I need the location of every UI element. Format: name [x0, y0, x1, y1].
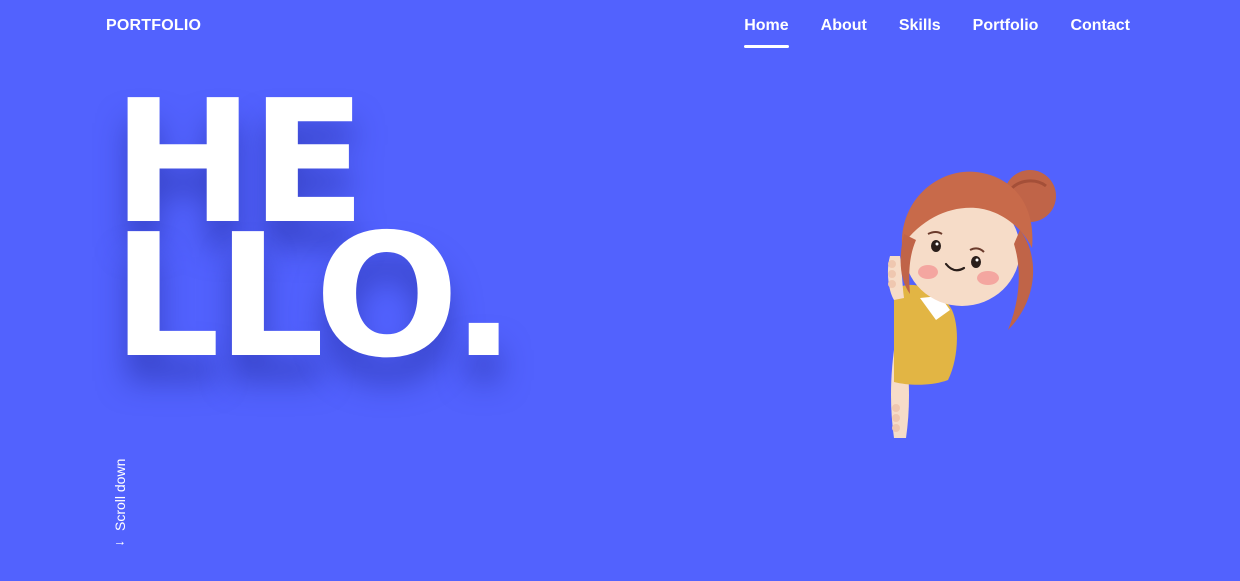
page: PORTFOLIO Home About Skills Portfolio Co… — [0, 0, 1240, 581]
scroll-down-link[interactable]: → Scroll down — [110, 438, 130, 549]
brand-logo[interactable]: PORTFOLIO — [106, 16, 201, 36]
hero-line-2: LLO. — [112, 198, 516, 396]
nav-contact[interactable]: Contact — [1070, 16, 1130, 48]
girl-peeking-icon — [887, 170, 1056, 438]
arrow-down-icon: → — [113, 533, 127, 549]
nav-about[interactable]: About — [821, 16, 867, 48]
nav-home[interactable]: Home — [744, 16, 790, 48]
nav-portfolio[interactable]: Portfolio — [973, 16, 1039, 48]
scroll-down-label: Scroll down — [112, 458, 128, 531]
nav-skills[interactable]: Skills — [899, 16, 941, 48]
hero-heading: HE LLO. — [112, 78, 516, 396]
main-nav: Home About Skills Portfolio Contact — [744, 16, 1130, 48]
